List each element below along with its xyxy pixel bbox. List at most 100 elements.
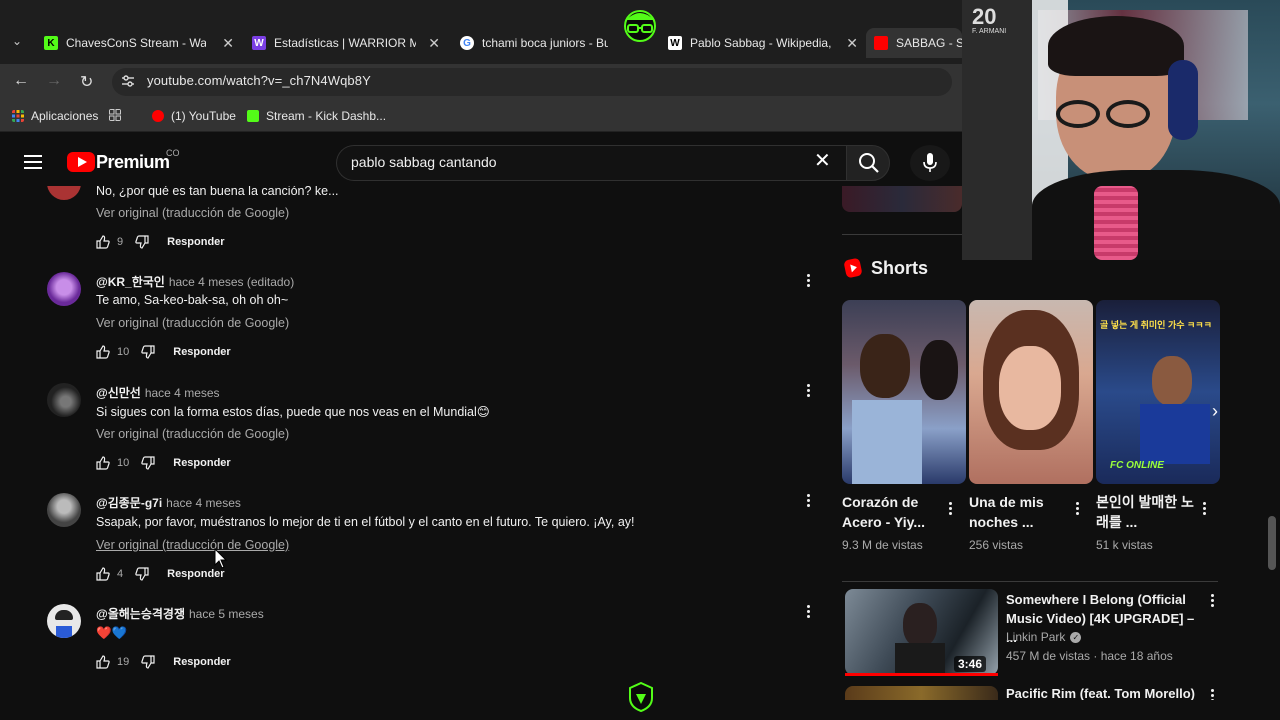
channel-name[interactable]: Linkin Park: [1006, 630, 1065, 644]
verified-check-icon: ✓: [1070, 631, 1082, 643]
tab-search-chevron-icon[interactable]: ⌄: [12, 34, 22, 48]
bookmark-apps[interactable]: Aplicaciones: [12, 109, 98, 123]
url-text[interactable]: youtube.com/watch?v=_ch7N4Wqb8Y: [147, 73, 371, 88]
youtube-logo-icon[interactable]: [67, 152, 95, 172]
video-duration: 3:46: [954, 656, 987, 672]
shield-logo-icon: [629, 682, 653, 712]
google-favicon-icon: G: [460, 36, 474, 50]
comment-time[interactable]: hace 4 meses: [145, 386, 220, 400]
comment-more-icon[interactable]: [804, 494, 812, 508]
video-channel[interactable]: Linkin Park ✓: [1006, 630, 1082, 644]
bookmark-youtube[interactable]: (1) YouTube: [152, 109, 236, 123]
like-count: 10: [117, 457, 130, 469]
reply-button[interactable]: Responder: [173, 656, 230, 668]
short-more-icon[interactable]: [1200, 502, 1208, 516]
short-card[interactable]: 골 넣는 게 취미인 가수 ㅋㅋㅋ FC ONLINE 본인이 발매한 노래를 …: [1096, 300, 1220, 552]
forward-arrow-icon[interactable]: →: [46, 72, 62, 90]
short-thumbnail-caption: 골 넣는 게 취미인 가수 ㅋㅋㅋ: [1100, 320, 1212, 330]
avatar[interactable]: [47, 493, 81, 527]
avatar[interactable]: [47, 383, 81, 417]
menu-hamburger-icon[interactable]: [24, 155, 42, 169]
like-count: 10: [117, 346, 130, 358]
tab-groups-icon: [109, 109, 121, 121]
avatar[interactable]: [47, 272, 81, 306]
tab-chavescons[interactable]: K ChavesConS Stream - Watch ✕: [44, 28, 234, 58]
like-count: 9: [117, 236, 124, 248]
like-icon[interactable]: [96, 345, 110, 359]
tab-google-search[interactable]: G tchami boca juniors - Bu: [460, 28, 608, 58]
comment-text: Si sigues con la forma estos días, puede…: [96, 405, 490, 419]
comment-time[interactable]: hace 5 meses: [189, 607, 264, 621]
video-more-icon[interactable]: [1208, 594, 1216, 608]
tab-youtube-active[interactable]: SABBAG - SE: [866, 28, 962, 58]
comment-time[interactable]: hace 4 meses (editado): [169, 275, 294, 289]
wikipedia-favicon-icon: W: [668, 36, 682, 50]
like-icon[interactable]: [96, 235, 110, 249]
translate-link[interactable]: Ver original (traducción de Google): [96, 206, 289, 220]
reply-button[interactable]: Responder: [173, 457, 230, 469]
bookmark-grid[interactable]: [109, 109, 121, 121]
short-title[interactable]: Una de mis noches ...: [969, 492, 1069, 532]
tab-warrior[interactable]: W Estadísticas | WARRIOR Mex ✕: [252, 28, 440, 58]
short-more-icon[interactable]: [946, 502, 954, 516]
scrollbar-thumb[interactable]: [1268, 516, 1276, 570]
short-thumbnail[interactable]: 골 넣는 게 취미인 가수 ㅋㅋㅋ FC ONLINE: [1096, 300, 1220, 484]
comment-actions: 10 Responder: [96, 344, 231, 360]
bookmark-kick-dashboard[interactable]: Stream - Kick Dashb...: [247, 109, 386, 123]
search-query[interactable]: pablo sabbag cantando: [351, 154, 497, 170]
comment-actions: 9 Responder: [96, 234, 225, 250]
short-thumbnail[interactable]: [969, 300, 1093, 484]
translate-link[interactable]: Ver original (traducción de Google): [96, 538, 289, 552]
translate-link[interactable]: Ver original (traducción de Google): [96, 316, 289, 330]
back-arrow-icon[interactable]: ←: [13, 72, 29, 90]
reload-icon[interactable]: ↻: [80, 72, 93, 92]
short-title[interactable]: 본인이 발매한 노래를 ...: [1096, 492, 1196, 532]
previous-video-thumbnail[interactable]: [842, 186, 962, 212]
microphone-icon: [923, 153, 937, 172]
like-icon[interactable]: [96, 567, 110, 581]
translate-link[interactable]: Ver original (traducción de Google): [96, 427, 289, 441]
shorts-next-chevron-icon[interactable]: ›: [1202, 398, 1228, 424]
apps-grid-icon: [12, 110, 24, 122]
reply-button[interactable]: Responder: [167, 236, 224, 248]
short-thumbnail[interactable]: [842, 300, 966, 484]
comment-more-icon[interactable]: [804, 384, 812, 398]
close-tab-icon[interactable]: ✕: [428, 35, 440, 52]
short-card[interactable]: Corazón de Acero - Yiy... 9.3 M de vista…: [842, 300, 966, 552]
short-more-icon[interactable]: [1073, 502, 1081, 516]
webcam-overlay: 20 F. ARMANI: [962, 0, 1280, 260]
close-tab-icon[interactable]: ✕: [222, 35, 234, 52]
comment-author[interactable]: @KR_한국인: [96, 275, 165, 289]
short-title[interactable]: Corazón de Acero - Yiy...: [842, 492, 942, 532]
close-tab-icon[interactable]: ✕: [846, 35, 858, 52]
dislike-icon[interactable]: [141, 345, 155, 359]
dislike-icon[interactable]: [135, 567, 149, 581]
comment-more-icon[interactable]: [804, 274, 812, 288]
youtube-premium-logo-text[interactable]: Premium: [96, 152, 170, 173]
like-icon[interactable]: [96, 655, 110, 669]
comment-text: ❤️💙: [96, 626, 128, 640]
short-card[interactable]: Una de mis noches ... 256 vistas: [969, 300, 1093, 552]
comment-author[interactable]: @김종문-g7i: [96, 496, 162, 510]
dislike-icon[interactable]: [135, 235, 149, 249]
video-title[interactable]: Pacific Rim (feat. Tom Morello): [1006, 686, 1195, 701]
avatar[interactable]: [47, 604, 81, 638]
comment-author[interactable]: @신만선: [96, 386, 141, 400]
comment-time[interactable]: hace 4 meses: [166, 496, 241, 510]
voice-search-button[interactable]: [910, 145, 950, 181]
search-button[interactable]: [846, 145, 890, 181]
short-views: 51 k vistas: [1096, 538, 1153, 552]
dislike-icon[interactable]: [141, 456, 155, 470]
like-icon[interactable]: [96, 456, 110, 470]
tab-title: ChavesConS Stream - Watch: [66, 36, 206, 50]
site-settings-icon[interactable]: [121, 74, 135, 88]
dislike-icon[interactable]: [141, 655, 155, 669]
divider: [842, 234, 962, 235]
mouse-cursor-icon: [214, 548, 228, 569]
comment-more-icon[interactable]: [804, 605, 812, 619]
comment-author[interactable]: @올해는승격경쟁: [96, 607, 185, 621]
tab-wikipedia[interactable]: W Pablo Sabbag - Wikipedia, la ✕: [668, 28, 858, 58]
reply-button[interactable]: Responder: [173, 346, 230, 358]
clear-search-icon[interactable]: ✕: [814, 151, 831, 171]
avatar[interactable]: [47, 186, 81, 200]
